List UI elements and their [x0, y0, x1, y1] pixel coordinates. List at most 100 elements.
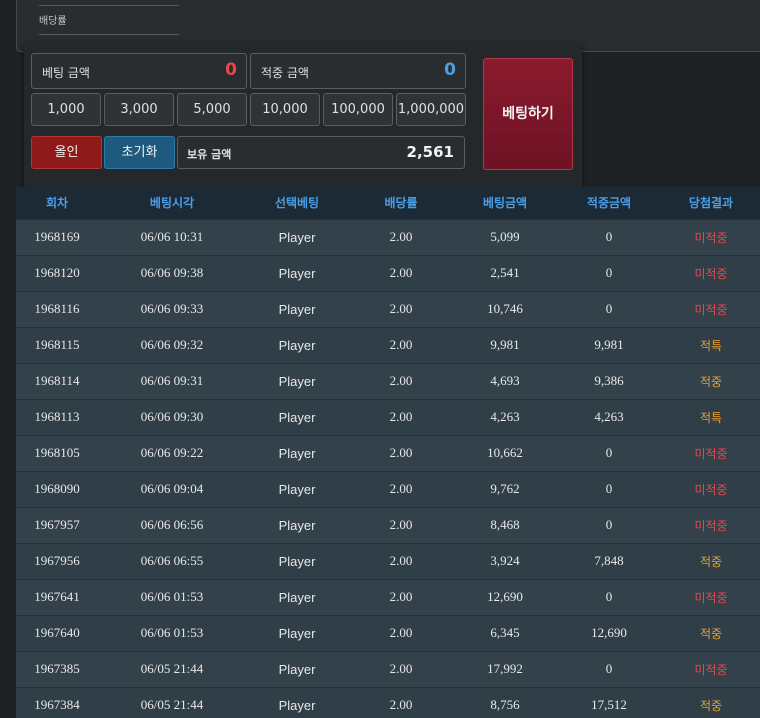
bet-amount-cell: 8,468 — [490, 517, 520, 532]
balance-label: 보유 금액 — [187, 148, 232, 161]
selection-cell: Player — [278, 517, 316, 533]
selection-cell: Player — [278, 337, 316, 353]
table-row: 1968115 06/06 09:32 Player 2.00 9,981 9,981 적특 — [16, 327, 760, 363]
result-cell: 미적중 — [694, 662, 728, 677]
header-result: 당첨결과 — [688, 196, 734, 211]
table-row: 1968114 06/06 09:31 Player 2.00 4,693 9,386 적중 — [16, 363, 760, 399]
table-row: 1967957 06/06 06:56 Player 2.00 8,468 0 미적중 — [16, 507, 760, 543]
bet-time-cell: 06/06 09:04 — [140, 481, 204, 496]
bet-time-cell: 06/06 01:53 — [140, 589, 204, 604]
win-amount-cell: 0 — [605, 481, 613, 496]
selection-cell: Player — [278, 625, 316, 641]
bet-amount-cell: 5,099 — [490, 229, 520, 244]
result-cell: 적중 — [699, 626, 723, 641]
bet-time-cell: 06/06 10:31 — [140, 229, 204, 244]
bet-amount-box: 베팅 금액 0 — [31, 53, 247, 89]
odds-label: 배당률 — [39, 5, 179, 35]
allin-button[interactable]: 올인 — [31, 136, 102, 169]
header-win-amount: 적중금액 — [586, 196, 632, 211]
selection-cell: Player — [278, 301, 316, 317]
result-cell: 미적중 — [694, 302, 728, 317]
round-cell: 1967384 — [34, 697, 80, 713]
selection-cell: Player — [278, 589, 316, 605]
chip-button-100000[interactable]: 100,000 — [323, 93, 393, 126]
result-cell: 적중 — [699, 374, 723, 389]
win-amount-cell: 12,690 — [591, 625, 627, 640]
round-cell: 1967641 — [34, 589, 80, 604]
round-cell: 1968105 — [34, 445, 80, 460]
chip-button-10000[interactable]: 10,000 — [250, 93, 320, 126]
balance-value: 2,561 — [406, 143, 454, 161]
bet-time-cell: 06/06 09:32 — [140, 337, 204, 352]
table-row: 1967640 06/06 01:53 Player 2.00 6,345 12,690 적… — [16, 615, 760, 651]
bet-amount-cell: 17,992 — [487, 661, 523, 676]
bet-amount-cell: 9,762 — [490, 481, 520, 496]
odds-cell: 2.00 — [389, 373, 413, 388]
selection-cell: Player — [278, 373, 316, 389]
chip-button-5000[interactable]: 5,000 — [177, 93, 247, 126]
odds-cell: 2.00 — [389, 445, 413, 460]
odds-cell: 2.00 — [389, 301, 413, 316]
chip-button-1000000[interactable]: 1,000,000 — [396, 93, 466, 126]
result-cell: 미적중 — [694, 446, 728, 461]
result-cell: 적특 — [699, 338, 723, 353]
bet-time-cell: 06/06 09:30 — [140, 409, 204, 424]
bet-time-cell: 06/05 21:44 — [140, 697, 204, 713]
round-cell: 1968169 — [34, 229, 80, 244]
round-cell: 1968090 — [34, 481, 80, 496]
result-cell: 미적중 — [694, 590, 728, 605]
odds-cell: 2.00 — [389, 661, 413, 676]
table-row: 1968120 06/06 09:38 Player 2.00 2,541 0 미적중 — [16, 255, 760, 291]
chip-button-1000[interactable]: 1,000 — [31, 93, 101, 126]
bet-amount-cell: 12,690 — [487, 589, 523, 604]
bet-amount-cell: 3,924 — [490, 553, 520, 568]
win-amount-cell: 0 — [605, 265, 613, 280]
balance-box: 보유 금액 2,561 — [177, 136, 465, 169]
win-amount-cell: 4,263 — [594, 409, 624, 424]
chip-button-3000[interactable]: 3,000 — [104, 93, 174, 126]
odds-cell: 2.00 — [389, 553, 413, 568]
win-amount-cell: 0 — [605, 589, 613, 604]
bet-time-cell: 06/06 01:53 — [140, 625, 204, 640]
table-row: 1968090 06/06 09:04 Player 2.00 9,762 0 미적중 — [16, 471, 760, 507]
odds-cell: 2.00 — [389, 337, 413, 352]
reset-button[interactable]: 초기화 — [104, 136, 175, 169]
place-bet-button[interactable]: 베팅하기 — [483, 58, 573, 170]
bet-amount-cell: 10,746 — [487, 301, 523, 316]
round-cell: 1967957 — [34, 517, 80, 532]
bet-time-cell: 06/06 06:55 — [140, 553, 204, 568]
bet-amount-label: 베팅 금액 — [42, 66, 90, 80]
odds-cell: 2.00 — [389, 625, 413, 640]
selection-cell: Player — [278, 445, 316, 461]
selection-cell: Player — [278, 661, 316, 677]
result-cell: 적중 — [699, 698, 723, 713]
bet-amount-cell: 8,756 — [490, 697, 520, 713]
round-cell: 1968114 — [34, 373, 80, 388]
header-odds: 배당률 — [384, 196, 418, 211]
odds-cell: 2.00 — [389, 517, 413, 532]
round-cell: 1967640 — [34, 625, 80, 640]
header-bet-amount: 베팅금액 — [482, 196, 528, 211]
result-cell: 적중 — [699, 554, 723, 569]
odds-cell: 2.00 — [389, 409, 413, 424]
win-amount-cell: 0 — [605, 661, 613, 676]
table-row: 1967384 06/05 21:44 Player 2.00 8,756 17,512 적… — [16, 687, 760, 718]
table-row: 1968169 06/06 10:31 Player 2.00 5,099 0 미적중 — [16, 219, 760, 255]
round-cell: 1968120 — [34, 265, 80, 280]
header-round: 회차 — [45, 196, 69, 211]
header-selection: 선택베팅 — [274, 196, 320, 211]
odds-cell: 2.00 — [389, 265, 413, 280]
bet-time-cell: 06/06 09:38 — [140, 265, 204, 280]
bet-amount-cell: 4,693 — [490, 373, 520, 388]
round-cell: 1968116 — [34, 301, 80, 316]
result-cell: 미적중 — [694, 230, 728, 245]
win-amount-cell: 0 — [605, 301, 613, 316]
table-row: 1968113 06/06 09:30 Player 2.00 4,263 4,263 적특 — [16, 399, 760, 435]
result-cell: 미적중 — [694, 482, 728, 497]
bet-amount-value: 0 — [225, 60, 237, 80]
win-amount-cell: 9,981 — [594, 337, 624, 352]
round-cell: 1968115 — [34, 337, 80, 352]
table-row: 1967641 06/06 01:53 Player 2.00 12,690 0 미적중 — [16, 579, 760, 615]
bet-panel: 베팅 금액 0 적중 금액 0 1,000 3,000 5,000 10,000… — [24, 42, 582, 188]
round-cell: 1967956 — [34, 553, 80, 568]
